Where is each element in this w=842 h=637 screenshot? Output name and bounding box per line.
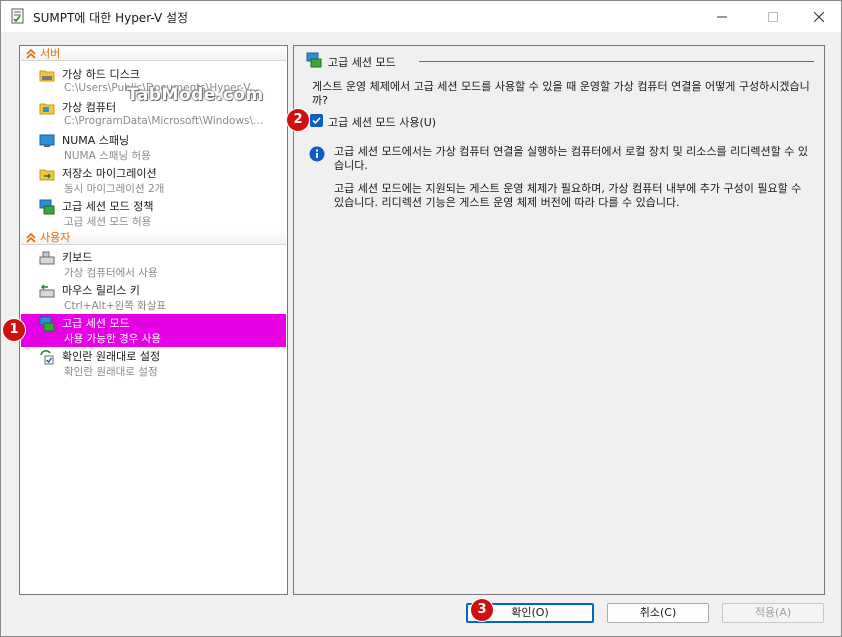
- tree-item-name: 키보드: [62, 251, 93, 264]
- mouse-release-icon: [39, 284, 55, 298]
- category-label: 사용자: [40, 231, 71, 244]
- tree-item-reset-checkboxes[interactable]: 확인란 원래대로 설정 확인란 원래대로 설정: [21, 347, 286, 380]
- enhanced-session-checkbox-label[interactable]: 고급 세션 모드 사용(U): [328, 114, 436, 130]
- minimize-icon: [717, 16, 727, 17]
- category-user[interactable]: 사용자: [21, 231, 286, 245]
- section-description: 게스트 운영 체제에서 고급 세션 모드를 사용할 수 있을 때 운영할 가상 …: [312, 80, 810, 107]
- section-divider: [419, 61, 814, 62]
- info-icon: [309, 146, 325, 162]
- tree-item-name: NUMA 스패닝: [62, 134, 130, 147]
- tree-item-value: Ctrl+Alt+왼쪽 화살표: [64, 300, 167, 312]
- tree-item-name: 가상 하드 디스크: [62, 68, 140, 81]
- tree-item-value: 동시 마이그레이션 2개: [64, 183, 165, 195]
- category-server[interactable]: 서버: [21, 47, 286, 61]
- tree-item-storage-migration[interactable]: 저장소 마이그레이션 동시 마이그레이션 2개: [21, 164, 286, 197]
- apply-button[interactable]: 적용(A): [722, 603, 824, 623]
- tree-item-value: 확인란 원래대로 설정: [64, 366, 158, 378]
- annotation-badge-2: 2: [287, 109, 309, 131]
- monitor-icon: [39, 134, 55, 147]
- title-bar: SUMPT에 대한 Hyper-V 설정: [1, 1, 841, 32]
- settings-tree: 서버 가상 하드 디스크 C:\Users\Public\Documents\H…: [19, 45, 288, 595]
- tree-item-value: 사용 가능한 경우 사용: [64, 333, 161, 345]
- close-button[interactable]: [796, 1, 842, 32]
- settings-app-icon: [10, 8, 26, 24]
- keyboard-icon: [39, 251, 55, 265]
- tree-item-value: C:\ProgramData\Microsoft\Windows\...: [64, 115, 264, 127]
- section-title: 고급 세션 모드: [328, 56, 396, 69]
- tree-item-value: NUMA 스패닝 허용: [64, 150, 151, 162]
- tree-item-name: 확인란 원래대로 설정: [62, 350, 161, 363]
- tree-item-mouse-release-key[interactable]: 마우스 릴리스 키 Ctrl+Alt+왼쪽 화살표: [21, 281, 286, 314]
- checkmark-icon: [312, 117, 321, 125]
- hyperv-settings-window: SUMPT에 대한 Hyper-V 설정 서버 가상 하드 디스크 C:\Use…: [0, 0, 842, 637]
- folder-vm-icon: [39, 103, 55, 115]
- storage-migration-icon: [39, 169, 55, 181]
- annotation-badge-3: 3: [471, 599, 493, 621]
- reset-checkbox-icon: [40, 350, 54, 365]
- tree-item-name: 마우스 릴리스 키: [62, 284, 140, 297]
- tree-item-enhanced-session-mode[interactable]: 고급 세션 모드 사용 가능한 경우 사용: [21, 314, 286, 347]
- settings-detail-panel: 고급 세션 모드 게스트 운영 체제에서 고급 세션 모드를 사용할 수 있을 …: [293, 45, 825, 595]
- folder-disk-icon: [39, 70, 55, 82]
- tree-item-keyboard[interactable]: 키보드 가상 컴퓨터에서 사용: [21, 248, 286, 281]
- collapse-chevron-icon: [26, 48, 36, 59]
- tree-item-value: 가상 컴퓨터에서 사용: [64, 267, 158, 279]
- collapse-chevron-icon: [26, 232, 36, 243]
- category-label: 서버: [40, 47, 61, 60]
- watermark: TabMode.com: [127, 85, 264, 105]
- cancel-button[interactable]: 취소(C): [607, 603, 709, 623]
- info-text-redirection: 고급 세션 모드에서는 가상 컴퓨터 연결을 실행하는 컴퓨터에서 로컬 장치 …: [334, 145, 808, 172]
- enhanced-session-icon: [39, 316, 55, 332]
- tree-item-numa-spanning[interactable]: NUMA 스패닝 NUMA 스패닝 허용: [21, 131, 286, 164]
- annotation-badge-1: 1: [3, 319, 25, 341]
- tree-item-value: 고급 세션 모드 허용: [64, 216, 152, 228]
- enhanced-session-icon: [39, 199, 55, 215]
- tree-item-name: 고급 세션 모드 정책: [62, 200, 154, 213]
- window-title: SUMPT에 대한 Hyper-V 설정: [33, 11, 189, 25]
- tree-item-name: 저장소 마이그레이션: [62, 167, 157, 180]
- maximize-button[interactable]: [750, 1, 796, 32]
- maximize-icon: [768, 11, 778, 22]
- enhanced-session-checkbox[interactable]: [310, 114, 323, 127]
- info-text-requirements: 고급 세션 모드에는 지원되는 게스트 운영 체제가 필요하며, 가상 컴퓨터 …: [334, 182, 802, 209]
- close-icon: [814, 11, 824, 22]
- minimize-button[interactable]: [699, 1, 745, 32]
- tree-item-name: 가상 컴퓨터: [62, 101, 117, 114]
- section-header: 고급 세션 모드: [306, 52, 818, 70]
- enhanced-session-icon: [306, 52, 322, 68]
- tree-item-name: 고급 세션 모드: [62, 317, 130, 330]
- tree-item-enhanced-session-policy[interactable]: 고급 세션 모드 정책 고급 세션 모드 허용: [21, 197, 286, 230]
